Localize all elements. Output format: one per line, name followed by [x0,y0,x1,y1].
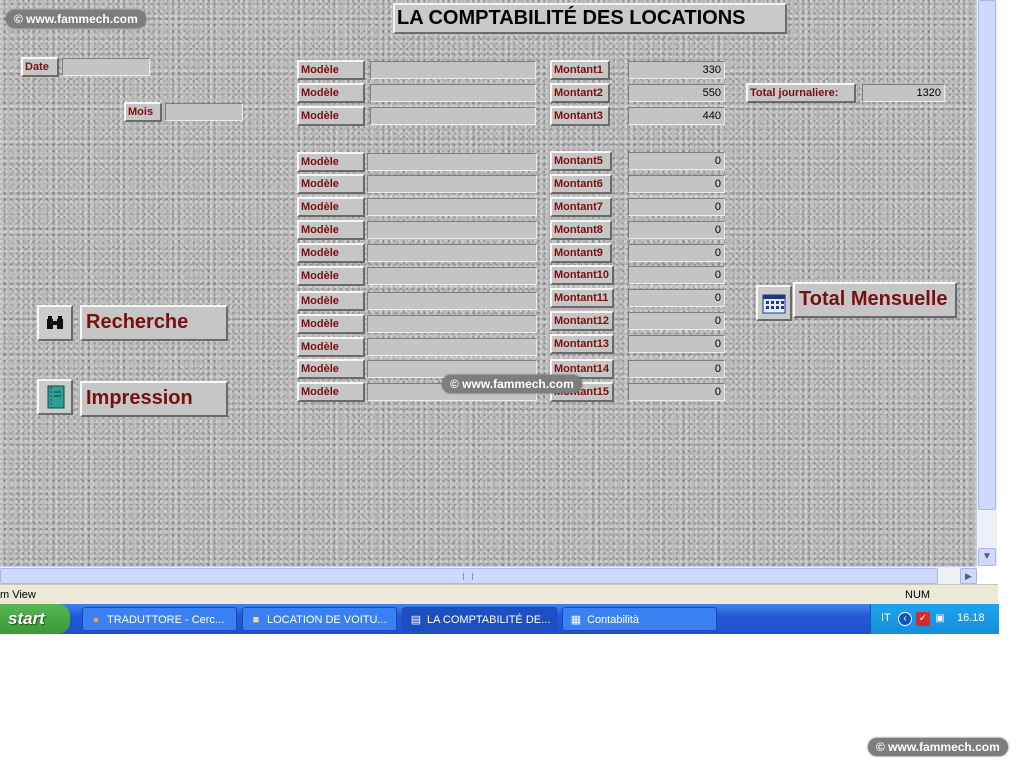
montant-label: Montant7 [550,197,612,217]
recherche-button[interactable]: Recherche [80,305,228,341]
form-icon: ▤ [410,614,422,626]
date-field[interactable] [62,58,150,76]
modele-label: Modèle [297,174,365,194]
modele-field[interactable] [367,315,537,333]
status-view-text: m View [0,589,36,601]
system-tray: IT ‹ ✓ ▣ 16.18 [870,604,999,634]
montant-field[interactable]: 0 [628,289,725,307]
date-label: Date [21,57,59,77]
horizontal-scrollbar[interactable]: ▶ [0,566,977,584]
watermark-bottom: © www.fammech.com [868,738,1008,756]
modele-label: Modèle [297,106,365,126]
montant-label: Montant11 [550,288,614,308]
taskbar-item-label: Contabilità [587,614,639,626]
montant-field[interactable]: 0 [628,221,725,239]
modele-field[interactable] [367,338,537,356]
scroll-right-icon[interactable]: ▶ [960,568,977,584]
montant-label: Montant13 [550,334,614,354]
montant-label: Montant12 [550,311,614,331]
montant-label: Montant1 [550,60,610,80]
scroll-down-icon[interactable]: ▼ [978,548,996,566]
montant-label: Montant10 [550,265,614,285]
modele-label: Modèle [297,220,365,240]
modele-field[interactable] [367,153,537,171]
montant-field[interactable]: 0 [628,335,725,353]
impression-button[interactable]: Impression [80,381,228,417]
network-icon[interactable]: ▣ [933,612,947,626]
montant-field[interactable]: 330 [628,61,725,79]
montant-field[interactable]: 440 [628,107,725,125]
montant-field[interactable]: 0 [628,312,725,330]
total-journaliere-field[interactable]: 1320 [862,84,945,102]
taskbar-item[interactable]: ● TRADUTTORE - Cerc... [82,607,237,631]
taskbar-item-label: TRADUTTORE - Cerc... [107,614,225,626]
vertical-scrollbar[interactable]: ▼ [976,0,997,566]
modele-label: Modèle [297,152,365,172]
grip-icon [463,573,473,580]
modele-label: Modèle [297,243,365,263]
montant-label: Montant6 [550,174,612,194]
modele-label: Modèle [297,359,365,379]
modele-label: Modèle [297,337,365,357]
modele-label: Modèle [297,266,365,286]
language-indicator[interactable]: IT [881,612,891,624]
vertical-scroll-thumb[interactable] [978,0,996,510]
modele-field[interactable] [367,198,537,216]
modele-field[interactable] [370,107,536,125]
taskbar-item-label: LA COMPTABILITÉ DE... [427,614,551,626]
modele-field[interactable] [367,221,537,239]
form-area: © www.fammech.com LA COMPTABILITÉ DES LO… [0,0,976,566]
montant-field[interactable]: 0 [628,360,725,378]
chevron-left-icon[interactable]: ‹ [898,612,912,626]
montant-field[interactable]: 0 [628,266,725,284]
total-journaliere-label: Total journaliere: [746,83,856,103]
montant-label: Montant3 [550,106,610,126]
taskbar-item[interactable]: ▦ Contabilità [562,607,717,631]
montant-field[interactable]: 550 [628,84,725,102]
montant-label: Montant5 [550,151,612,171]
modele-label: Modèle [297,197,365,217]
modele-field[interactable] [367,292,537,310]
mois-field[interactable] [165,103,243,121]
total-mensuelle-button[interactable]: Total Mensuelle [793,282,957,318]
montant-field[interactable]: 0 [628,175,725,193]
watermark-top: © www.fammech.com [6,10,146,28]
status-num-indicator: NUM [905,589,931,601]
modele-label: Modèle [297,314,365,334]
modele-label: Modèle [297,291,365,311]
modele-label: Modèle [297,60,365,80]
status-bar: m View NUM [0,584,998,605]
horizontal-scroll-thumb[interactable] [0,568,938,584]
modele-field[interactable] [370,61,536,79]
antivirus-icon[interactable]: ✓ [916,612,930,626]
montant-label: Montant8 [550,220,612,240]
montant-field[interactable]: 0 [628,152,725,170]
database-icon: ▦ [570,614,582,626]
folder-icon: ■ [252,614,260,626]
binoculars-icon[interactable] [37,305,73,341]
taskbar-item-active[interactable]: ▤ LA COMPTABILITÉ DE... [402,607,557,631]
firefox-icon: ● [92,614,100,626]
montant-field[interactable]: 0 [628,383,725,401]
taskbar-item-label: LOCATION DE VOITU... [267,614,387,626]
modele-field[interactable] [367,175,537,193]
taskbar: start ● TRADUTTORE - Cerc... ■ LOCATION DE… [0,604,999,634]
modele-field[interactable] [370,84,536,102]
clock: 16.18 [957,612,985,624]
montant-label: Montant9 [550,243,612,263]
start-button[interactable]: start [0,604,70,634]
montant-field[interactable]: 0 [628,244,725,262]
watermark-center: © www.fammech.com [442,375,582,393]
mois-label: Mois [124,102,162,122]
taskbar-item[interactable]: ■ LOCATION DE VOITU... [242,607,397,631]
modele-label: Modèle [297,83,365,103]
notebook-icon[interactable] [37,379,73,415]
modele-field[interactable] [367,244,537,262]
calendar-icon[interactable] [756,285,792,321]
form-title: LA COMPTABILITÉ DES LOCATIONS [393,3,787,34]
montant-label: Montant2 [550,83,610,103]
montant-field[interactable]: 0 [628,198,725,216]
modele-field[interactable] [367,267,537,285]
modele-label: Modèle [297,382,365,402]
